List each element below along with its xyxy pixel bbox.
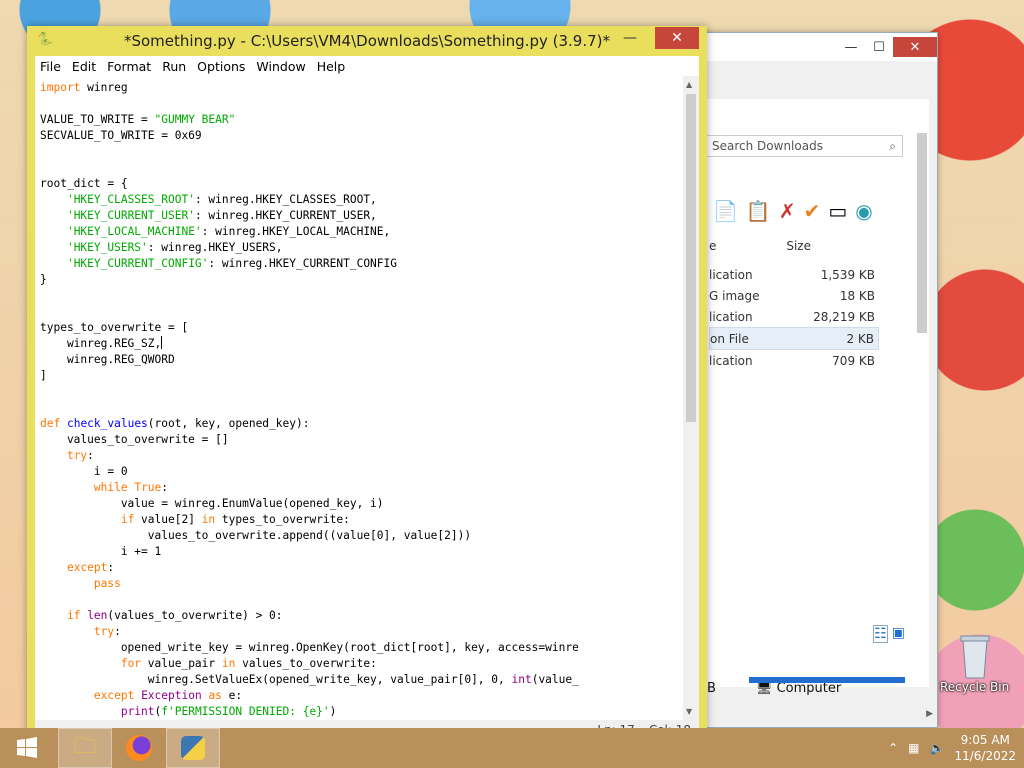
type-column-header[interactable]: e	[709, 239, 716, 253]
text-cursor	[161, 336, 163, 349]
windows-logo-icon	[17, 737, 37, 758]
explorer-titlebar[interactable]: — ☐ ✕	[691, 33, 937, 61]
search-input[interactable]: Search Downloads ⌕	[705, 135, 903, 157]
file-row[interactable]: G image 18 KB	[709, 285, 879, 306]
menu-format[interactable]: Format	[102, 56, 157, 76]
start-button[interactable]	[0, 728, 54, 768]
scroll-up-arrow[interactable]: ▲	[686, 80, 692, 89]
explorer-scrollbar[interactable]	[917, 133, 927, 333]
trash-icon	[960, 635, 990, 679]
menu-help[interactable]: Help	[312, 56, 352, 76]
network-icon[interactable]: ▦	[908, 741, 919, 755]
close-button[interactable]: ✕	[893, 37, 937, 57]
menu-edit[interactable]: Edit	[67, 56, 102, 76]
menu-bar: File Edit Format Run Options Window Help	[35, 56, 699, 76]
column-header[interactable]: e Size	[709, 235, 879, 256]
file-row[interactable]: lication 28,219 KB	[709, 306, 879, 327]
search-icon: ⌕	[889, 138, 896, 153]
minimize-button[interactable]: —	[837, 37, 865, 57]
location-label: Computer	[776, 681, 842, 696]
menu-file[interactable]: File	[35, 56, 67, 76]
recycle-bin-label: Recycle Bin	[940, 680, 1010, 694]
maximize-button[interactable]: ☐	[865, 37, 893, 57]
idle-titlebar[interactable]: 🐍 *Something.py - C:\Users\VM4\Downloads…	[27, 26, 707, 56]
minimize-button[interactable]: —	[623, 30, 637, 46]
explorer-toolbar: 📄 📋 ✗ ✔ ▭ ◉	[713, 199, 873, 223]
window-title: *Something.py - C:\Users\VM4\Downloads\S…	[123, 32, 611, 50]
large-icons-view-icon[interactable]: ▣	[892, 625, 905, 643]
clock-time: 9:05 AM	[960, 733, 1010, 747]
explorer-content	[707, 99, 929, 687]
recycle-bin-icon[interactable]: Recycle Bin	[940, 630, 1009, 694]
file-row[interactable]: lication 709 KB	[709, 350, 879, 371]
system-tray: ⌃ ▦ 🔈 9:05 AM 11/6/2022	[888, 728, 1016, 768]
code-editor[interactable]: import winreg VALUE_TO_WRITE = "GUMMY BE…	[35, 76, 683, 720]
file-row-selected[interactable]: on File 2 KB	[709, 327, 879, 350]
menu-window[interactable]: Window	[251, 56, 311, 76]
size-column-header[interactable]: Size	[786, 239, 811, 253]
view-toggle: ☷ ▣	[873, 625, 905, 643]
scroll-down-arrow[interactable]: ▼	[686, 707, 692, 716]
taskbar: 🗀 ⌃ ▦ 🔈 9:05 AM 11/6/2022	[0, 728, 1024, 768]
show-hidden-icons-icon[interactable]: ⌃	[888, 741, 898, 755]
vertical-scrollbar[interactable]: ▲ ▼	[683, 76, 699, 720]
python-icon	[181, 736, 205, 760]
close-button[interactable]: ✕	[655, 27, 699, 49]
folder-icon: 🗀	[73, 734, 96, 759]
menu-options[interactable]: Options	[192, 56, 251, 76]
properties-icon[interactable]: ◉	[855, 199, 872, 223]
menu-run[interactable]: Run	[157, 56, 192, 76]
clock[interactable]: 9:05 AM 11/6/2022	[954, 732, 1016, 764]
idle-editor-window[interactable]: 🐍 *Something.py - C:\Users\VM4\Downloads…	[27, 26, 707, 748]
rename-icon[interactable]: ▭	[828, 199, 847, 223]
clock-date: 11/6/2022	[954, 749, 1016, 763]
explorer-statusbar: B 🖥 Computer	[707, 681, 842, 696]
explorer-window[interactable]: — ☐ ✕ ? ⌄ Search Downloads ⌕ 📄 📋 ✗ ✔ ▭ ◉…	[690, 32, 938, 728]
details-view-icon[interactable]: ☷	[873, 625, 888, 643]
computer-icon: 🖥	[755, 681, 773, 696]
delete-icon[interactable]: ✗	[779, 199, 796, 223]
file-explorer-taskbar-button[interactable]: 🗀	[58, 728, 112, 768]
selection-bar	[749, 677, 905, 683]
code-text[interactable]: import winreg VALUE_TO_WRITE = "GUMMY BE…	[40, 80, 579, 720]
search-placeholder: Search Downloads	[712, 139, 823, 153]
firefox-taskbar-button[interactable]	[112, 728, 166, 768]
explorer-hscrollbar[interactable]: ◀▶	[695, 709, 933, 723]
volume-icon[interactable]: 🔈	[930, 741, 945, 755]
firefox-icon	[126, 735, 152, 761]
scroll-thumb[interactable]	[686, 94, 696, 422]
check-icon[interactable]: ✔	[804, 199, 821, 223]
paste-icon[interactable]: 📋	[746, 199, 771, 223]
copy-icon[interactable]: 📄	[713, 199, 738, 223]
file-row[interactable]: lication 1,539 KB	[709, 264, 879, 285]
file-list: e Size lication 1,539 KB G image 18 KB lic…	[709, 235, 879, 371]
python-idle-taskbar-button[interactable]	[166, 728, 220, 768]
